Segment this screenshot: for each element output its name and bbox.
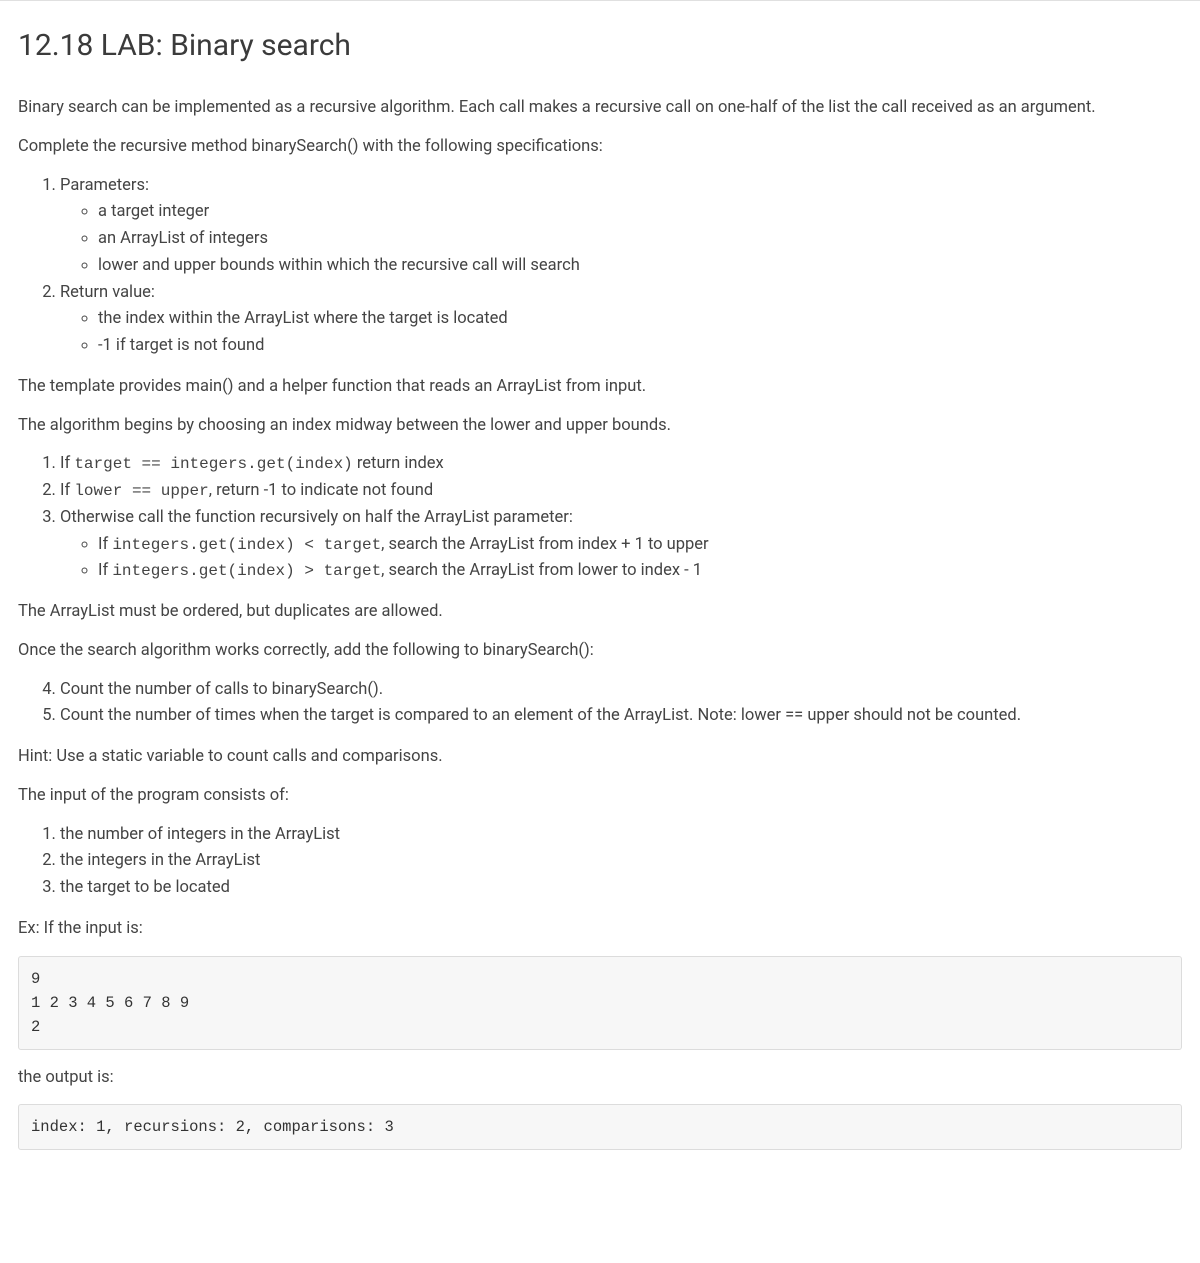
intro-paragraph-1: Binary search can be implemented as a re… (18, 96, 1182, 121)
example-output-block: index: 1, recursions: 2, comparisons: 3 (18, 1104, 1182, 1150)
inline-code: integers.get(index) < target (112, 536, 381, 554)
step-suffix: , return -1 to indicate not found (209, 481, 433, 500)
algo-step-3: Otherwise call the function recursively … (60, 506, 1182, 584)
return-bullet: -1 if target is not found (98, 334, 1182, 359)
input-item: the target to be located (60, 876, 1182, 901)
template-paragraph: The template provides main() and a helpe… (18, 375, 1182, 400)
algorithm-steps: If target == integers.get(index) return … (18, 452, 1182, 584)
algo-step-1: If target == integers.get(index) return … (60, 452, 1182, 477)
count-steps-list: Count the number of calls to binarySearc… (18, 678, 1182, 730)
algo-step-2: If lower == upper, return -1 to indicate… (60, 479, 1182, 504)
algo-step-3-bullets: If integers.get(index) < target, search … (60, 533, 1182, 585)
input-items-list: the number of integers in the ArrayList … (18, 823, 1182, 901)
bullet-suffix: , search the ArrayList from index + 1 to… (381, 535, 708, 554)
bullet-suffix: , search the ArrayList from lower to ind… (381, 561, 702, 580)
step-suffix: return index (353, 454, 444, 473)
param-bullet: lower and upper bounds within which the … (98, 254, 1182, 279)
step-label: Otherwise call the function recursively … (60, 508, 573, 527)
spec-item-return: Return value: the index within the Array… (60, 281, 1182, 359)
example-output-label: the output is: (18, 1066, 1182, 1091)
return-bullet: the index within the ArrayList where the… (98, 307, 1182, 332)
step-prefix: If (60, 454, 74, 473)
ordered-paragraph: The ArrayList must be ordered, but dupli… (18, 600, 1182, 625)
inline-code: integers.get(index) > target (112, 562, 381, 580)
inline-code: lower == upper (74, 482, 208, 500)
param-bullet: a target integer (98, 200, 1182, 225)
spec-item-parameters: Parameters: a target integer an ArrayLis… (60, 174, 1182, 279)
bullet-prefix: If (98, 561, 112, 580)
example-input-block: 9 1 2 3 4 5 6 7 8 9 2 (18, 956, 1182, 1050)
algo-bullet: If integers.get(index) < target, search … (98, 533, 1182, 558)
return-bullets: the index within the ArrayList where the… (60, 307, 1182, 359)
once-works-paragraph: Once the search algorithm works correctl… (18, 639, 1182, 664)
spec-item-label: Parameters: (60, 176, 149, 195)
parameters-bullets: a target integer an ArrayList of integer… (60, 200, 1182, 278)
specification-list: Parameters: a target integer an ArrayLis… (18, 174, 1182, 359)
param-bullet: an ArrayList of integers (98, 227, 1182, 252)
algo-bullet: If integers.get(index) > target, search … (98, 559, 1182, 584)
step-prefix: If (60, 481, 74, 500)
example-input-label: Ex: If the input is: (18, 917, 1182, 942)
count-step-5: Count the number of times when the targe… (60, 704, 1182, 729)
input-item: the number of integers in the ArrayList (60, 823, 1182, 848)
spec-item-label: Return value: (60, 283, 155, 302)
input-intro-paragraph: The input of the program consists of: (18, 784, 1182, 809)
algorithm-intro: The algorithm begins by choosing an inde… (18, 414, 1182, 439)
input-item: the integers in the ArrayList (60, 849, 1182, 874)
bullet-prefix: If (98, 535, 112, 554)
page-title: 12.18 LAB: Binary search (18, 17, 1182, 68)
count-step-4: Count the number of calls to binarySearc… (60, 678, 1182, 703)
hint-paragraph: Hint: Use a static variable to count cal… (18, 745, 1182, 770)
inline-code: target == integers.get(index) (74, 455, 352, 473)
intro-paragraph-2: Complete the recursive method binarySear… (18, 135, 1182, 160)
